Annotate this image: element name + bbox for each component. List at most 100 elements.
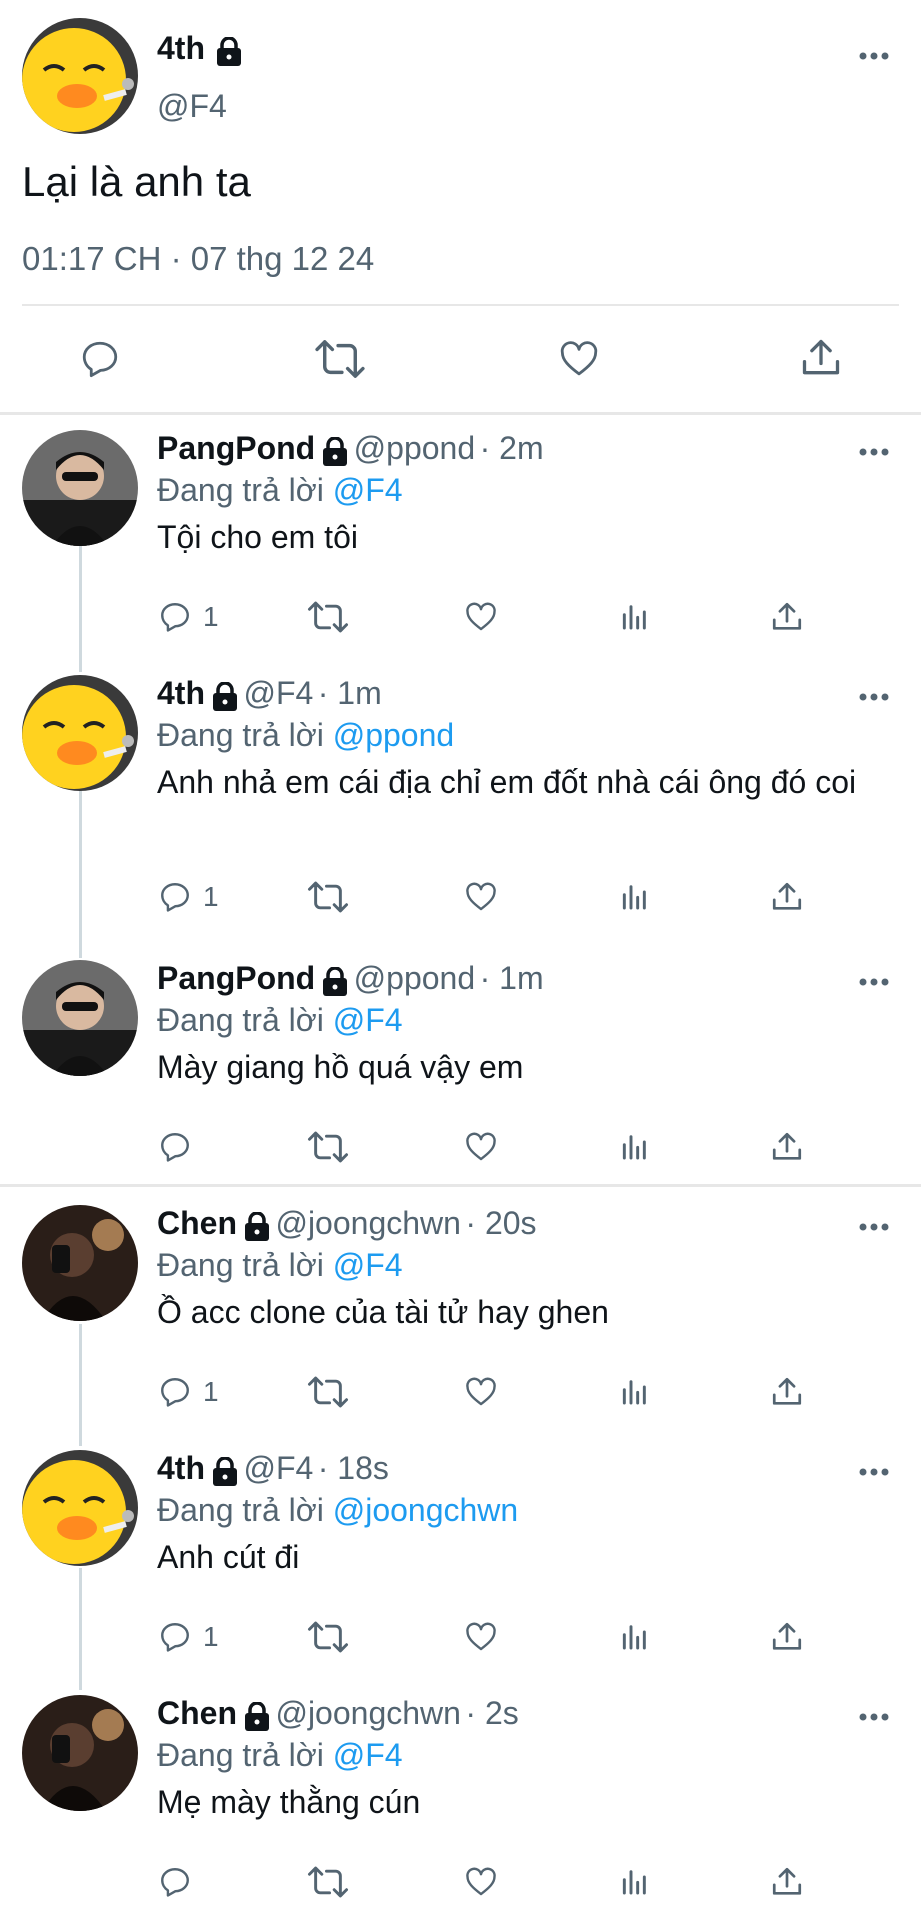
author-name[interactable]: 4th (157, 1450, 205, 1486)
author-handle[interactable]: @ppond (354, 960, 475, 996)
more-options-icon[interactable] (858, 974, 890, 992)
views-button[interactable] (619, 1865, 651, 1897)
like-button[interactable] (463, 1620, 499, 1654)
retweet-button[interactable] (307, 1620, 349, 1654)
analytics-icon (622, 1135, 646, 1160)
reply-icon[interactable] (78, 338, 122, 385)
mention-link[interactable]: @F4 (333, 1737, 403, 1773)
reply-button[interactable]: 1 (157, 1620, 219, 1654)
relative-time[interactable]: · 1m (480, 960, 544, 996)
replying-to-label: Đang trả lời (157, 717, 324, 753)
mention-link[interactable]: @joongchwn (333, 1492, 518, 1528)
avatar[interactable] (22, 675, 138, 791)
like-button[interactable] (463, 1865, 499, 1899)
author-name[interactable]: PangPond (157, 430, 315, 466)
more-options-icon[interactable] (858, 1219, 890, 1237)
like-button[interactable] (463, 880, 499, 914)
retweet-icon[interactable] (315, 338, 365, 385)
reply-count: 1 (203, 881, 219, 912)
share-button[interactable] (770, 600, 804, 634)
author-name[interactable]: Chen (157, 1695, 237, 1731)
share-button[interactable] (770, 1130, 804, 1164)
author-handle[interactable]: @F4 (243, 675, 313, 711)
retweet-icon (307, 601, 349, 633)
relative-time[interactable]: · 2s (465, 1695, 518, 1731)
reply-button[interactable] (157, 1130, 203, 1164)
share-icon (772, 1132, 802, 1160)
avatar[interactable] (22, 1695, 138, 1811)
author-handle[interactable]: @ppond (354, 430, 475, 466)
main-timestamp[interactable]: 01:17 CH · 07 thg 12 24 (22, 240, 374, 278)
views-button[interactable] (619, 1130, 651, 1162)
like-icon (466, 1622, 496, 1651)
share-icon[interactable] (799, 336, 843, 385)
more-options-icon[interactable] (858, 1464, 890, 1482)
reply-count: 1 (203, 1621, 219, 1652)
retweet-icon (307, 1376, 349, 1408)
analytics-icon (622, 1380, 646, 1405)
analytics-icon (622, 885, 646, 910)
avatar[interactable] (22, 1450, 138, 1566)
reply-button[interactable]: 1 (157, 600, 219, 634)
more-options-icon[interactable] (858, 48, 890, 66)
replying-to: Đang trả lời @F4 (157, 1737, 403, 1774)
like-icon[interactable] (557, 338, 601, 385)
more-options-icon[interactable] (858, 689, 890, 707)
mention-link[interactable]: @ppond (333, 717, 454, 753)
retweet-button[interactable] (307, 600, 349, 634)
avatar[interactable] (22, 960, 138, 1076)
main-author-handle[interactable]: @F4 (157, 88, 227, 125)
like-button[interactable] (463, 1130, 499, 1164)
mention-link[interactable]: @F4 (333, 472, 403, 508)
views-button[interactable] (619, 600, 651, 632)
thread-line (79, 540, 82, 672)
more-options-icon[interactable] (858, 1709, 890, 1727)
author-name[interactable]: 4th (157, 675, 205, 711)
reply-button[interactable]: 1 (157, 1375, 219, 1409)
relative-time[interactable]: · 18s (318, 1450, 389, 1486)
replying-to: Đang trả lời @F4 (157, 1247, 403, 1284)
retweet-button[interactable] (307, 1865, 349, 1899)
retweet-button[interactable] (307, 1130, 349, 1164)
avatar[interactable] (22, 430, 138, 546)
mention-link[interactable]: @F4 (333, 1002, 403, 1038)
replying-to: Đang trả lời @F4 (157, 1002, 403, 1039)
tweet-text: Mày giang hồ quá vậy em (157, 1049, 524, 1085)
views-button[interactable] (619, 1375, 651, 1407)
author-name[interactable]: Chen (157, 1205, 237, 1241)
replying-to-label: Đang trả lời (157, 1002, 324, 1038)
mention-link[interactable]: @F4 (333, 1247, 403, 1283)
relative-time[interactable]: · 2m (480, 430, 544, 466)
views-button[interactable] (619, 880, 651, 912)
views-button[interactable] (619, 1620, 651, 1652)
more-options-icon[interactable] (858, 444, 890, 462)
main-avatar[interactable] (22, 18, 138, 134)
author-handle[interactable]: @F4 (243, 1450, 313, 1486)
lock-icon (211, 681, 239, 717)
share-button[interactable] (770, 1865, 804, 1899)
like-icon (466, 602, 496, 631)
relative-time[interactable]: · 20s (465, 1205, 536, 1241)
reply-button[interactable] (157, 1865, 203, 1899)
replying-to-label: Đang trả lời (157, 1247, 324, 1283)
retweet-button[interactable] (307, 880, 349, 914)
author-handle[interactable]: @joongchwn (275, 1695, 460, 1731)
share-button[interactable] (770, 1620, 804, 1654)
like-button[interactable] (463, 600, 499, 634)
author-name[interactable]: PangPond (157, 960, 315, 996)
author-handle[interactable]: @joongchwn (275, 1205, 460, 1241)
reply-count: 1 (203, 601, 219, 632)
lock-icon (321, 966, 349, 1002)
thread-line (79, 1324, 82, 1446)
share-button[interactable] (770, 1375, 804, 1409)
main-author-name[interactable]: 4th (157, 30, 205, 66)
main-author: 4th (157, 30, 243, 72)
share-button[interactable] (770, 880, 804, 914)
retweet-button[interactable] (307, 1375, 349, 1409)
like-button[interactable] (463, 1375, 499, 1409)
like-icon (466, 1377, 496, 1406)
reply-button[interactable]: 1 (157, 880, 219, 914)
relative-time[interactable]: · 1m (318, 675, 382, 711)
avatar[interactable] (22, 1205, 138, 1321)
divider (22, 304, 899, 306)
